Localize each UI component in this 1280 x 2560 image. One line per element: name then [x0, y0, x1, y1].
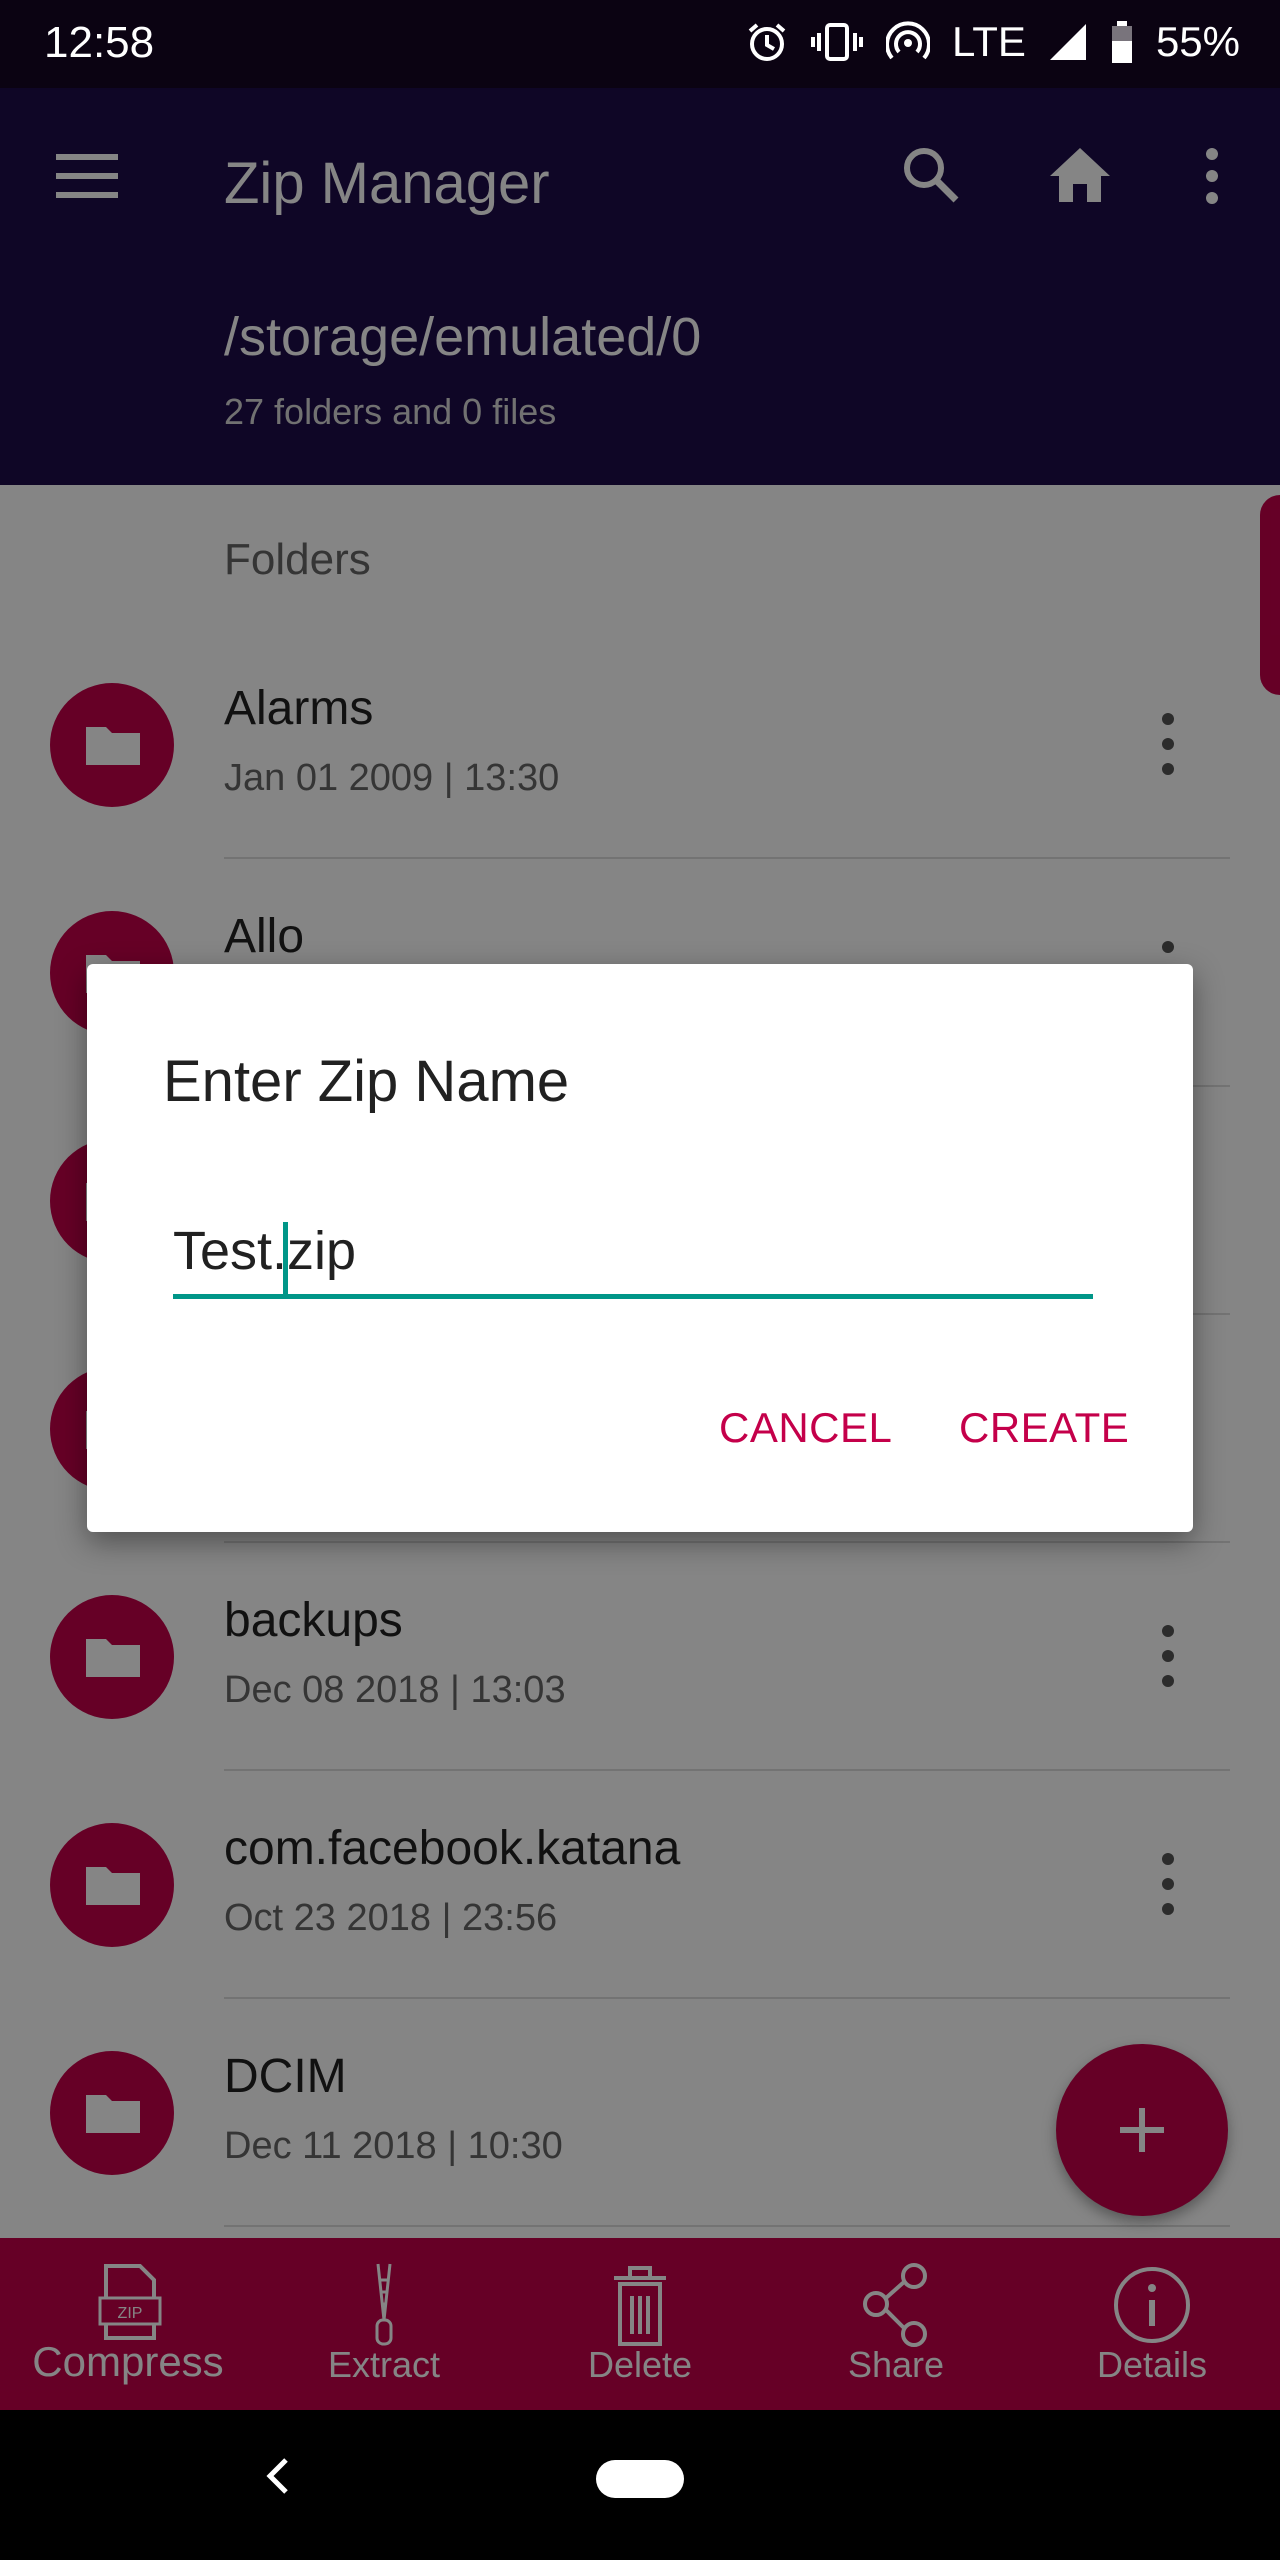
dialog-title: Enter Zip Name [163, 1049, 570, 1114]
vibrate-icon [811, 23, 864, 61]
battery-percent: 55% [1155, 18, 1240, 65]
cancel-button[interactable]: CANCEL [719, 1404, 892, 1452]
hotspot-icon [886, 21, 931, 60]
zip-name-dialog: Enter Zip Name CANCEL CREATE [87, 964, 1193, 1532]
status-bar: 12:58 LTE 55% [0, 0, 1280, 88]
create-button[interactable]: CREATE [959, 1404, 1129, 1452]
status-time: 12:58 [44, 18, 155, 67]
back-icon[interactable] [262, 2456, 292, 2496]
home-pill-button[interactable] [596, 2460, 684, 2498]
battery-icon [1111, 21, 1132, 63]
signal-icon [1049, 24, 1086, 60]
zip-name-input[interactable] [173, 1226, 1093, 1299]
network-label: LTE [952, 18, 1026, 65]
system-nav-bar [0, 2410, 1280, 2560]
alarm-icon [748, 23, 786, 61]
text-cursor [283, 1222, 288, 1296]
